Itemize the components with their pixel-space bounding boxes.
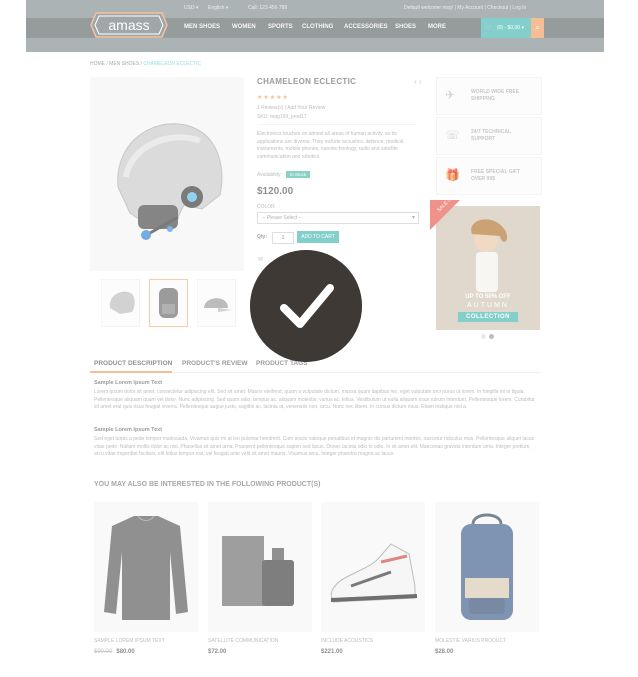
color-label: COLOR: [257, 204, 275, 210]
product-title: CHAMELEON ECLECTIC: [257, 77, 357, 86]
description-heading-2: Sample Lorem Ipsum Text: [94, 427, 163, 433]
related-product-backpack[interactable]: [435, 502, 539, 632]
chevron-left-icon[interactable]: ‹: [414, 77, 417, 86]
related-product-name[interactable]: SAMPLE LOREM IPSUM TEXT: [94, 638, 165, 644]
related-heading: YOU MAY ALSO BE INTERESTED IN THE FOLLOW…: [94, 481, 321, 488]
current-price: $80.00: [116, 649, 135, 655]
qty-input[interactable]: 1: [272, 232, 294, 244]
divider: [257, 124, 417, 125]
related-product-perfume[interactable]: [208, 502, 312, 632]
cart-button[interactable]: 🛒 (0) - $0.00 ▾: [481, 18, 531, 38]
thumbnail-backpack[interactable]: [149, 279, 188, 327]
search-button[interactable]: ⌕: [531, 18, 544, 38]
phone-number: Call: 123 456 789: [248, 5, 288, 11]
breadcrumb-category[interactable]: MEN SHOES: [109, 61, 139, 67]
product-price: $120.00: [257, 186, 294, 197]
account-links[interactable]: Default welcome msg! | My Account | Chec…: [404, 5, 526, 11]
nav-item-men-shoes[interactable]: MEN SHOES: [184, 24, 220, 30]
site-logo[interactable]: amass: [90, 12, 168, 38]
description-paragraph-2: Sed eget turpis a pede tempor malesuada.…: [94, 436, 535, 457]
language-select[interactable]: English ▾: [208, 5, 228, 11]
sale-badge: SALE 50%: [430, 200, 460, 230]
product-sku: SKU: mag199_prod17: [257, 114, 307, 120]
description-paragraph-1: Lorem ipsum dolor sit amet, consectetur …: [94, 389, 535, 410]
nav-item-sports[interactable]: SPORTS: [268, 24, 293, 30]
thumbnail-cap[interactable]: [197, 279, 236, 327]
breadcrumb: HOME / MEN SHOES / CHAMELEON ECLECTIC: [90, 61, 202, 67]
slider-dot-active[interactable]: [489, 334, 494, 339]
backpack-image: [461, 513, 513, 620]
cap-thumb-image: [204, 298, 232, 312]
stock-badge: In Stock: [286, 171, 310, 178]
nav-item-more[interactable]: MORE: [428, 24, 446, 30]
feature-gift: 🎁 FREE SPECIAL GIFT OVER 99$: [436, 157, 542, 195]
success-overlay-top: [250, 250, 362, 362]
short-description: Electronics touches on almost all areas …: [257, 131, 404, 160]
tab-product-description[interactable]: PRODUCT DESCRIPTION: [94, 360, 172, 367]
feature-support: ☏ 24/7 TECHNICAL SUPPORT: [436, 117, 542, 155]
search-icon: ⌕: [535, 23, 540, 32]
related-product-name[interactable]: MOLESTIE VARIUS PRODUCT: [435, 638, 506, 644]
banner-collection: COLLECTION: [458, 312, 518, 322]
add-to-cart-button[interactable]: ADD TO CART: [297, 231, 339, 243]
product-main-image[interactable]: [90, 77, 244, 271]
related-product-shirt[interactable]: [94, 502, 198, 632]
backpack-thumb-image: [159, 288, 178, 318]
shoe-image: [330, 543, 418, 603]
tab-product-review[interactable]: PRODUCT'S REVIEW: [182, 360, 247, 367]
rating-stars: ★★★★★: [257, 95, 289, 101]
color-select[interactable]: -- Please Select -- ▾: [257, 212, 419, 224]
related-product-price: $90.00 $80.00: [94, 649, 135, 655]
product-nav-arrows[interactable]: ‹ ›: [414, 77, 422, 86]
nav-item-clothing[interactable]: CLOTHING: [302, 24, 333, 30]
feature-shipping: ✈ WORLD WIDE FREE SHIPPING: [436, 77, 542, 115]
related-product-name[interactable]: SATELLITE COMMUNICATION: [208, 638, 278, 644]
description-heading-1: Sample Lorem Ipsum Text: [94, 380, 163, 386]
cart-summary: (0) - $0.00 ▾: [497, 25, 524, 31]
helmet-thumb-image: [109, 291, 135, 314]
cart-icon: 🛒: [485, 25, 494, 32]
currency-select[interactable]: USD ▾: [184, 5, 198, 11]
banner-discount: UP TO 50% OFF: [465, 294, 511, 300]
nav-item-accessories[interactable]: ACCESSORIES: [344, 24, 388, 30]
thumbnail-helmet[interactable]: [101, 279, 140, 327]
related-product-price: $221.00: [321, 649, 343, 655]
shirt-image: [104, 515, 188, 620]
perfume-image: [222, 536, 294, 606]
qty-label: Qty:: [257, 234, 267, 240]
helmet-image: [117, 123, 223, 240]
old-price: $90.00: [94, 649, 113, 655]
related-product-price: $28.00: [435, 649, 454, 655]
review-links[interactable]: 1 Review(s) | Add Your Review: [257, 105, 325, 111]
chevron-down-icon: ▾: [411, 215, 415, 221]
breadcrumb-current: CHAMELEON ECLECTIC: [143, 61, 202, 67]
chevron-right-icon[interactable]: ›: [419, 77, 422, 86]
nav-item-women[interactable]: WOMEN: [232, 24, 256, 30]
related-product-name[interactable]: INCLUDE ACOUSTICS: [321, 638, 373, 644]
support-icon: ☏: [445, 128, 461, 142]
availability-label: Availability:: [257, 172, 282, 178]
related-product-price: $72.00: [208, 649, 227, 655]
gift-icon: 🎁: [445, 168, 460, 182]
svg-text:amass: amass: [108, 17, 149, 33]
tab-active-indicator: [90, 371, 172, 373]
slider-dot[interactable]: [481, 334, 486, 339]
breadcrumb-home[interactable]: HOME: [90, 61, 105, 67]
related-product-shoe[interactable]: [321, 502, 425, 632]
checkmark-icon: [280, 284, 334, 328]
nav-item-shoes[interactable]: SHOES: [395, 24, 416, 30]
banner-season: AUTUMN: [467, 302, 509, 309]
plane-icon: ✈: [445, 88, 456, 102]
